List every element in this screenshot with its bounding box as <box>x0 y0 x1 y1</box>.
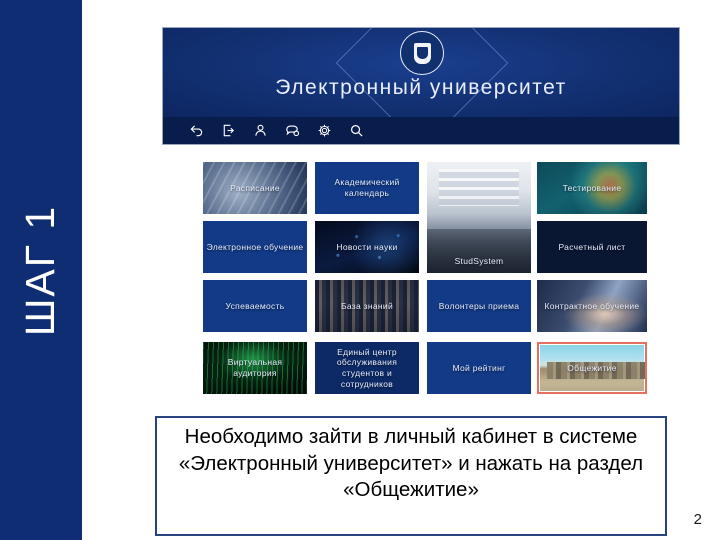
portal-tile-grid: Расписание Академический календарь StudSys… <box>203 162 647 402</box>
portal-tile[interactable]: Виртуальная аудитория <box>203 342 307 394</box>
portal-tile-label: Академический календарь <box>334 177 400 198</box>
emblem-shield-icon <box>413 42 431 64</box>
chat-icon[interactable] <box>285 123 300 138</box>
back-arrow-icon[interactable] <box>189 123 204 138</box>
portal-tile[interactable]: Академический календарь <box>315 162 419 214</box>
person-icon[interactable] <box>253 123 268 138</box>
portal-tile-label: Виртуальная аудитория <box>227 357 283 378</box>
portal-tile-label: Электронное обучение <box>206 241 304 252</box>
portal-tile[interactable]: StudSystem <box>427 162 531 273</box>
portal-tile[interactable]: Расписание <box>203 162 307 214</box>
step-band: ШАГ 1 <box>0 0 82 540</box>
instruction-text: Необходимо зайти в личный кабинет в сист… <box>178 425 644 502</box>
portal-tile[interactable]: База знаний <box>315 280 419 332</box>
portal-tile[interactable]: Единый центр обслуживания студентов и со… <box>315 342 419 394</box>
search-icon[interactable] <box>349 123 364 138</box>
portal-tile-label: База знаний <box>340 300 393 311</box>
portal-tile[interactable]: Новости науки <box>315 221 419 273</box>
portal-tile-label: Волонтеры приема <box>438 300 520 311</box>
portal-tile-label: Контрактное обучение <box>544 300 640 311</box>
instruction-callout: Необходимо зайти в личный кабинет в сист… <box>155 416 667 536</box>
portal-title: Электронный университет <box>275 76 567 99</box>
portal-tile[interactable]: Успеваемость <box>203 280 307 332</box>
portal-tile[interactable]: Волонтеры приема <box>427 280 531 332</box>
portal-tile[interactable]: Контрактное обучение <box>537 280 647 332</box>
portal-tile-label: Единый центр обслуживания студентов и со… <box>336 346 398 389</box>
page-number: 2 <box>693 511 702 528</box>
portal-tile[interactable]: Электронное обучение <box>203 221 307 273</box>
portal-tile-label: Успеваемость <box>225 300 285 311</box>
portal-tile[interactable]: Мой рейтинг <box>427 342 531 394</box>
portal-tile-label: Новости науки <box>336 241 398 252</box>
portal-tile-label: Мой рейтинг <box>452 362 506 373</box>
portal-tile-label: Тестирование <box>562 182 622 193</box>
electronic-university-window: Электронный университет <box>162 27 680 145</box>
portal-tile[interactable]: Общежитие <box>537 342 647 394</box>
slide: ШАГ 1 Электронный университет Расписание… <box>0 0 720 540</box>
portal-tile[interactable]: Расчетный лист <box>537 221 647 273</box>
logout-icon[interactable] <box>221 123 236 138</box>
portal-banner: Электронный университет <box>163 28 679 144</box>
portal-tile[interactable]: Тестирование <box>537 162 647 214</box>
gear-icon[interactable] <box>317 123 332 138</box>
kazan-federal-university-emblem <box>400 31 444 75</box>
portal-tile-label: Расчетный лист <box>558 241 626 252</box>
portal-tile-label: Расписание <box>230 182 280 193</box>
portal-tile-label: StudSystem <box>454 256 504 267</box>
step-label: ШАГ 1 <box>17 204 64 336</box>
portal-toolbar <box>163 117 679 144</box>
portal-tile-label: Общежитие <box>567 362 617 373</box>
